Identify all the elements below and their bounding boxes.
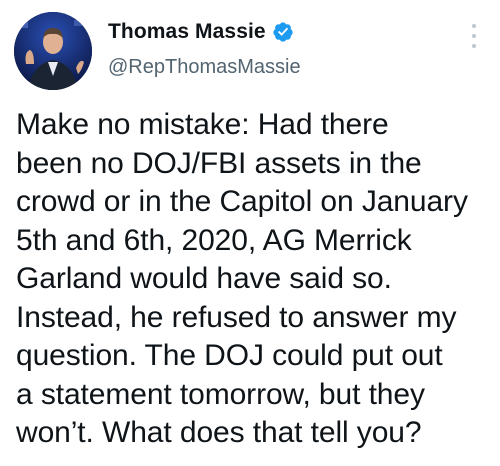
tweet-card: Thomas Massie @RepThomasMassie Make no m…: [0, 0, 500, 466]
more-vertical-icon[interactable]: [470, 24, 478, 48]
avatar[interactable]: [14, 12, 92, 90]
author-name-row: Thomas Massie: [108, 20, 294, 44]
verified-badge-icon: [272, 21, 294, 43]
tweet-text: Make no mistake: Had there been no DOJ/F…: [16, 108, 468, 449]
dot: [472, 44, 476, 48]
author-name[interactable]: Thomas Massie: [108, 20, 266, 44]
dot: [472, 34, 476, 38]
author-handle[interactable]: @RepThomasMassie: [108, 56, 301, 79]
avatar-image: [14, 12, 92, 90]
dot: [472, 24, 476, 28]
